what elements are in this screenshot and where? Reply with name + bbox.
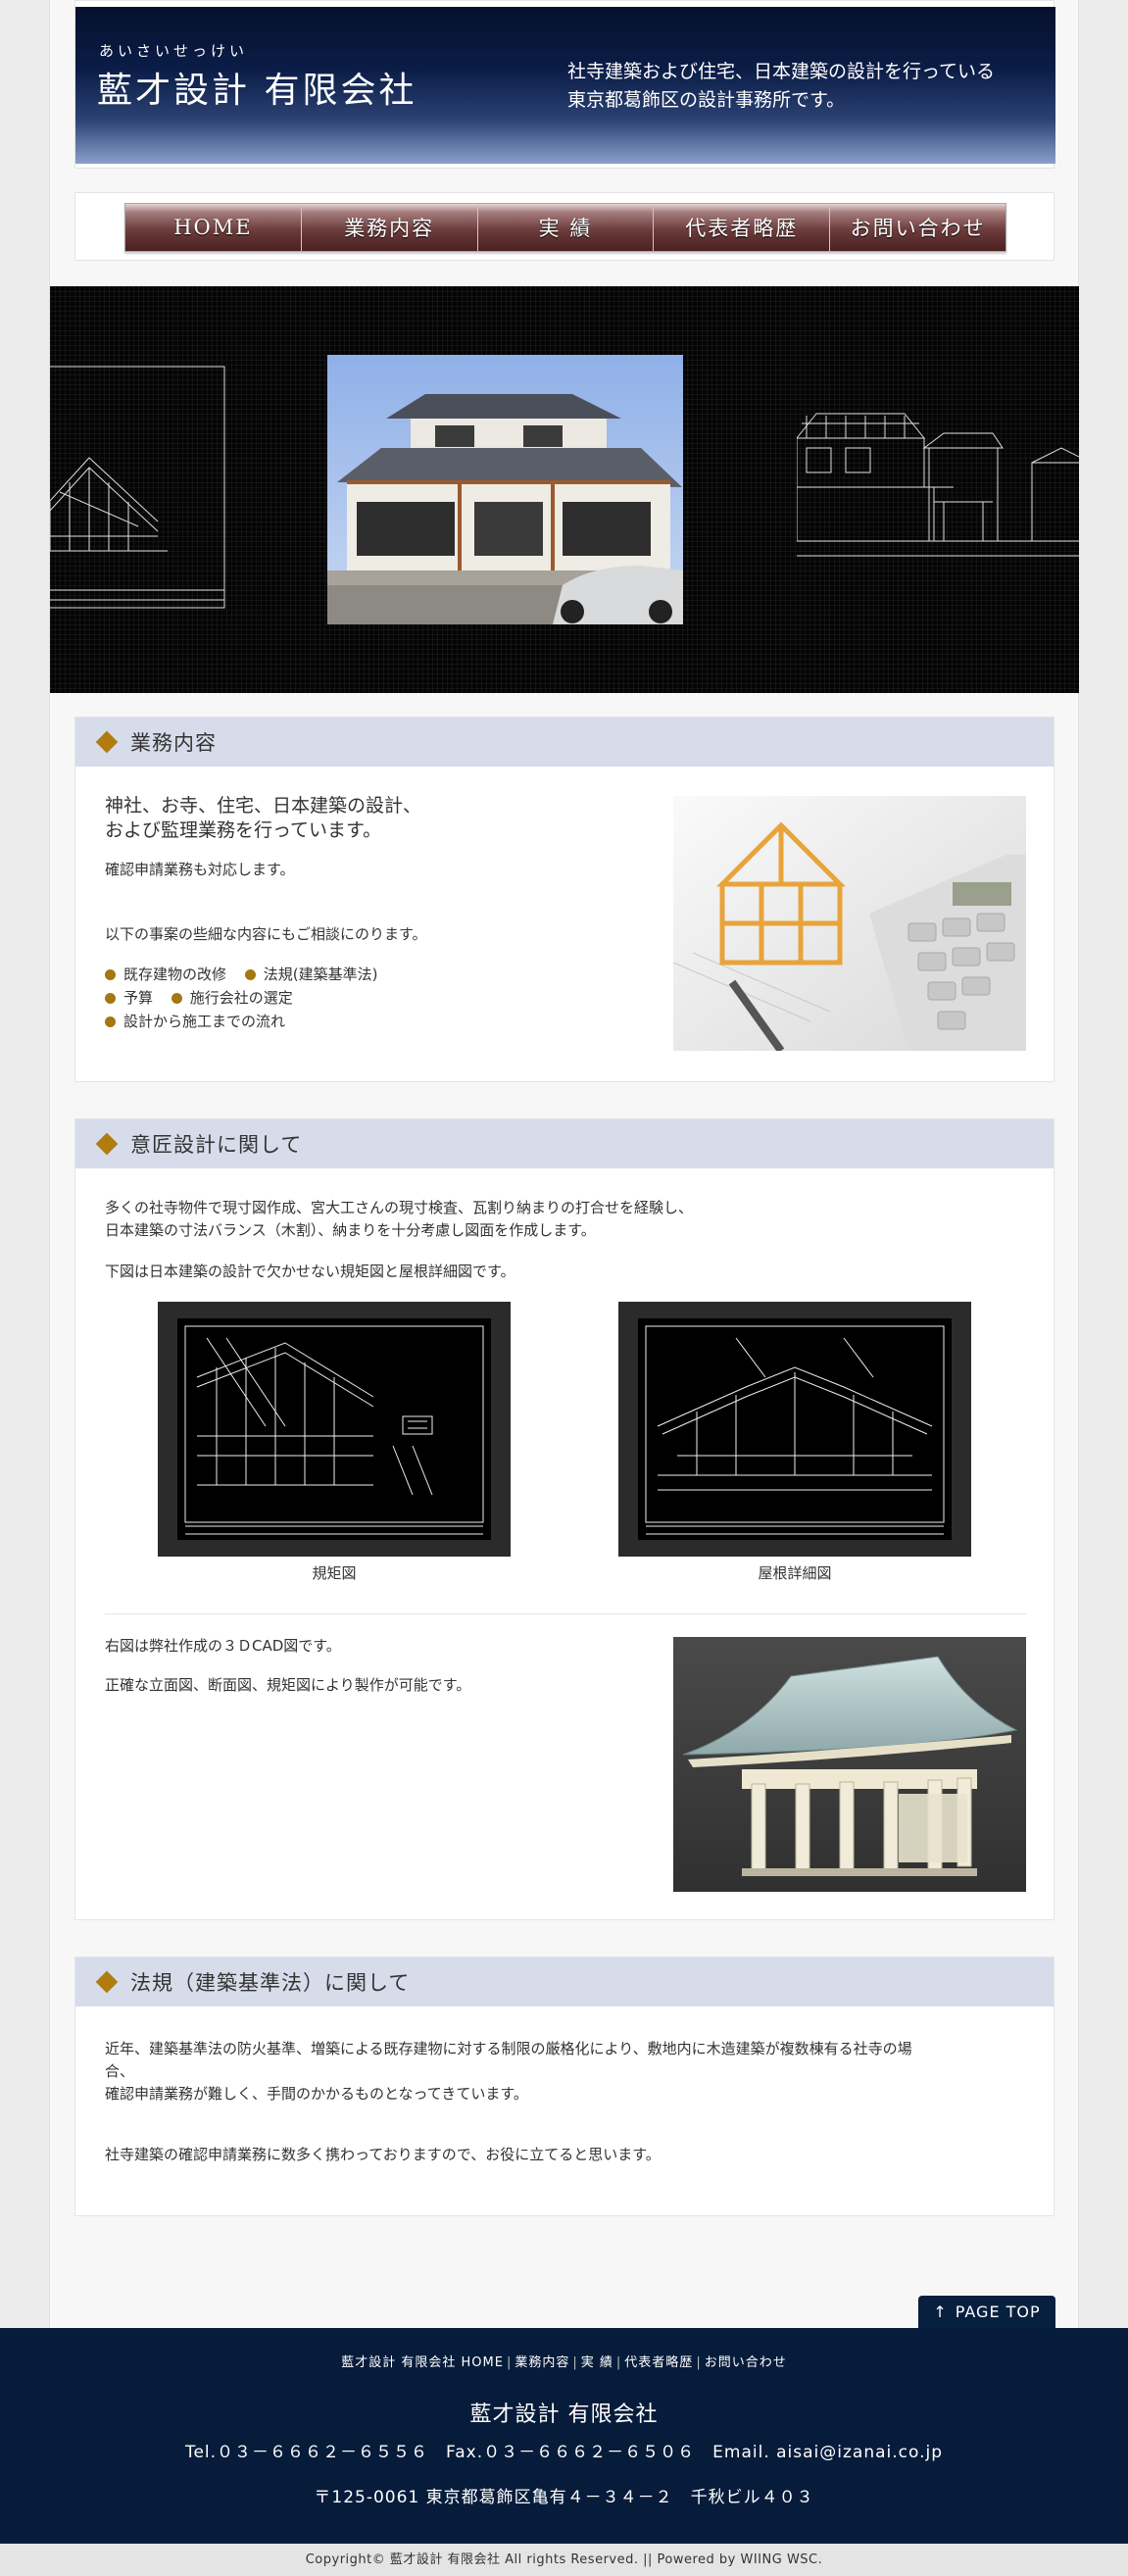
bullet-item: 施行会社の選定: [189, 989, 293, 1007]
services-lead-line-1: 神社、お寺、住宅、日本建築の設計、: [105, 795, 422, 817]
services-text-1: 確認申請業務も対応します。: [105, 861, 295, 878]
bullet-dot-icon: [105, 1016, 116, 1027]
section-building-code-header: 法規（建築基準法）に関して: [75, 1957, 1054, 2006]
bullet-dot-icon: [105, 993, 116, 1004]
design-text-4: 正確な立面図、断面図、規矩図により製作が可能です。: [105, 1676, 471, 1694]
site-header: あいさいせっけい 藍才設計 有限会社 社寺建築および住宅、日本建築の設計を行って…: [74, 0, 1055, 169]
wooden-frame-calculator-image: [673, 796, 1026, 1051]
footer-link-services[interactable]: 業務内容: [515, 2355, 569, 2370]
house-photo-image: [327, 355, 683, 624]
nav-services[interactable]: 業務内容: [301, 204, 478, 251]
header-tagline: 社寺建築および住宅、日本建築の設計を行っている 東京都葛飾区の設計事務所です。: [567, 58, 995, 115]
section-design-header: 意匠設計に関して: [75, 1119, 1054, 1168]
company-logo-text[interactable]: 藍才設計 有限会社: [97, 62, 417, 113]
design-text-1: 多くの社寺物件で現寸図作成、宮大工さんの現寸検査、瓦割り納まりの打合せを経験し、…: [105, 1197, 693, 1242]
footer-link-profile[interactable]: 代表者略歴: [624, 2355, 693, 2370]
tagline-line-1: 社寺建築および住宅、日本建築の設計を行っている: [567, 61, 996, 82]
header-banner: あいさいせっけい 藍才設計 有限会社 社寺建築および住宅、日本建築の設計を行って…: [75, 7, 1055, 164]
bullet-dot-icon: [105, 969, 116, 980]
section-design: 意匠設計に関して 多くの社寺物件で現寸図作成、宮大工さんの現寸検査、瓦割り納まり…: [74, 1118, 1054, 1920]
nav-works-label: 実 績: [538, 217, 593, 240]
bullet-item: 法規(建築基準法): [263, 966, 378, 983]
temple-gate-3d-cad-image: [673, 1637, 1026, 1892]
nav-services-label: 業務内容: [344, 217, 435, 240]
services-lead: 神社、お寺、住宅、日本建築の設計、 および監理業務を行っています。: [105, 794, 421, 843]
page-top-label: PAGE TOP: [955, 2303, 1041, 2321]
design-text-2: 下図は日本建築の設計で欠かせない規矩図と屋根詳細図です。: [105, 1263, 515, 1280]
bullet-item: 既存建物の改修: [123, 966, 227, 983]
bullet-row-2: 予算 施行会社の選定: [105, 986, 378, 1010]
company-kana: あいさいせっけい: [99, 42, 249, 60]
nav-container: HOME 業務内容 実 績 代表者略歴 お問い合わせ: [74, 192, 1054, 261]
kiku-diagram-caption: 規矩図: [312, 1564, 357, 1582]
bullet-row-3: 設計から施工までの流れ: [105, 1010, 378, 1033]
section-building-code-title: 法規（建築基準法）に関して: [130, 1971, 411, 1995]
building-code-text-2: 社寺建築の確認申請業務に数多く携わっておりますので、お役に立てると思います。: [105, 2146, 661, 2163]
kiku-blueprint-drawing: [177, 1318, 491, 1540]
footer-company-name: 藍才設計 有限会社: [469, 2403, 659, 2427]
footer-separator: |: [615, 2355, 622, 2370]
section-services-title: 業務内容: [130, 731, 217, 755]
section-building-code: 法規（建築基準法）に関して 近年、建築基準法の防火基準、増築による既存建物に対す…: [74, 1957, 1054, 2216]
building-code-text-1-line-1: 近年、建築基準法の防火基準、増築による既存建物に対する制限の厳格化により、敷地内…: [105, 2040, 912, 2057]
bullet-row-1: 既存建物の改修 法規(建築基準法): [105, 963, 378, 986]
design-text-3: 右図は弊社作成の３ＤCAD図です。: [105, 1637, 341, 1655]
main-nav: HOME 業務内容 実 績 代表者略歴 お問い合わせ: [124, 203, 1006, 252]
nav-contact-label: お問い合わせ: [850, 217, 986, 240]
building-code-text-1: 近年、建築基準法の防火基準、増築による既存建物に対する制限の厳格化により、敷地内…: [105, 2038, 1026, 2105]
copyright-text: Copyright© 藍才設計 有限会社 All rights Reserved…: [0, 2544, 1128, 2576]
footer-contact-info: Tel.０３－６６６２－６５５６ Fax.０３－６６６２－６５０６ Email.…: [184, 2443, 944, 2462]
nav-profile[interactable]: 代表者略歴: [654, 204, 831, 251]
footer-separator: |: [572, 2355, 578, 2370]
services-bullet-list: 既存建物の改修 法規(建築基準法) 予算 施行会社の選定 設計から施工までの流れ: [105, 963, 378, 1033]
services-text-2: 以下の事案の些細な内容にもご相談にのります。: [105, 925, 427, 943]
footer-address: 〒125-0061 東京都葛飾区亀有４－３４－２ 千秋ビル４０３: [314, 2488, 814, 2507]
section-services-header: 業務内容: [75, 718, 1054, 767]
bullet-item: 設計から施工までの流れ: [123, 1013, 286, 1030]
diamond-icon: [95, 1970, 119, 1994]
footer-link-works[interactable]: 実 績: [581, 2355, 613, 2370]
footer-separator: |: [696, 2355, 702, 2370]
nav-home[interactable]: HOME: [125, 204, 302, 251]
section-divider: [105, 1613, 1026, 1614]
services-lead-line-2: および監理業務を行っています。: [105, 819, 382, 841]
nav-contact[interactable]: お問い合わせ: [830, 204, 1005, 251]
bullet-item: 予算: [123, 989, 154, 1007]
page-top-button[interactable]: ↑ PAGE TOP: [918, 2296, 1055, 2328]
footer-link-contact[interactable]: お問い合わせ: [705, 2355, 787, 2370]
arrow-up-icon: ↑: [933, 2303, 948, 2321]
footer-link-home[interactable]: 藍才設計 有限会社 HOME: [341, 2355, 504, 2370]
house-elevation-blueprint-image: [797, 413, 1079, 557]
design-text-1-line-1: 多くの社寺物件で現寸図作成、宮大工さんの現寸検査、瓦割り納まりの打合せを経験し、: [105, 1199, 694, 1216]
roof-detail-caption: 屋根詳細図: [758, 1564, 832, 1582]
diamond-icon: [95, 1132, 119, 1156]
section-design-title: 意匠設計に関して: [130, 1133, 303, 1157]
diamond-icon: [95, 730, 119, 754]
hero-slider[interactable]: [50, 286, 1079, 693]
bullet-dot-icon: [171, 993, 182, 1004]
kiku-diagram-image[interactable]: [158, 1302, 511, 1557]
nav-profile-label: 代表者略歴: [685, 217, 799, 240]
nav-home-label: HOME: [173, 216, 253, 239]
section-services: 業務内容 神社、お寺、住宅、日本建築の設計、 および監理業務を行っています。 確…: [74, 717, 1054, 1082]
footer-links: 藍才設計 有限会社 HOME | 業務内容 | 実 績 | 代表者略歴 | お問い合わせ: [0, 2352, 1128, 2370]
footer-separator: |: [506, 2355, 513, 2370]
roof-detail-blueprint-drawing: [638, 1318, 952, 1540]
building-code-text-1-line-3: 確認申請業務が難しく、手間のかかるものとなってきています。: [105, 2085, 528, 2103]
bullet-dot-icon: [244, 969, 256, 980]
design-text-1-line-2: 日本建築の寸法バランス（木割）、納まりを十分考慮し図面を作成します。: [105, 1221, 596, 1239]
tagline-line-2: 東京都葛飾区の設計事務所です。: [567, 89, 846, 111]
building-code-text-1-line-2: 合、: [105, 2062, 135, 2080]
site-footer: 藍才設計 有限会社 HOME | 業務内容 | 実 績 | 代表者略歴 | お問い合わせ 藍才設…: [0, 2328, 1128, 2544]
roof-detail-diagram-image[interactable]: [618, 1302, 971, 1557]
roof-blueprint-left-image: [50, 366, 225, 609]
nav-works[interactable]: 実 績: [477, 204, 655, 251]
